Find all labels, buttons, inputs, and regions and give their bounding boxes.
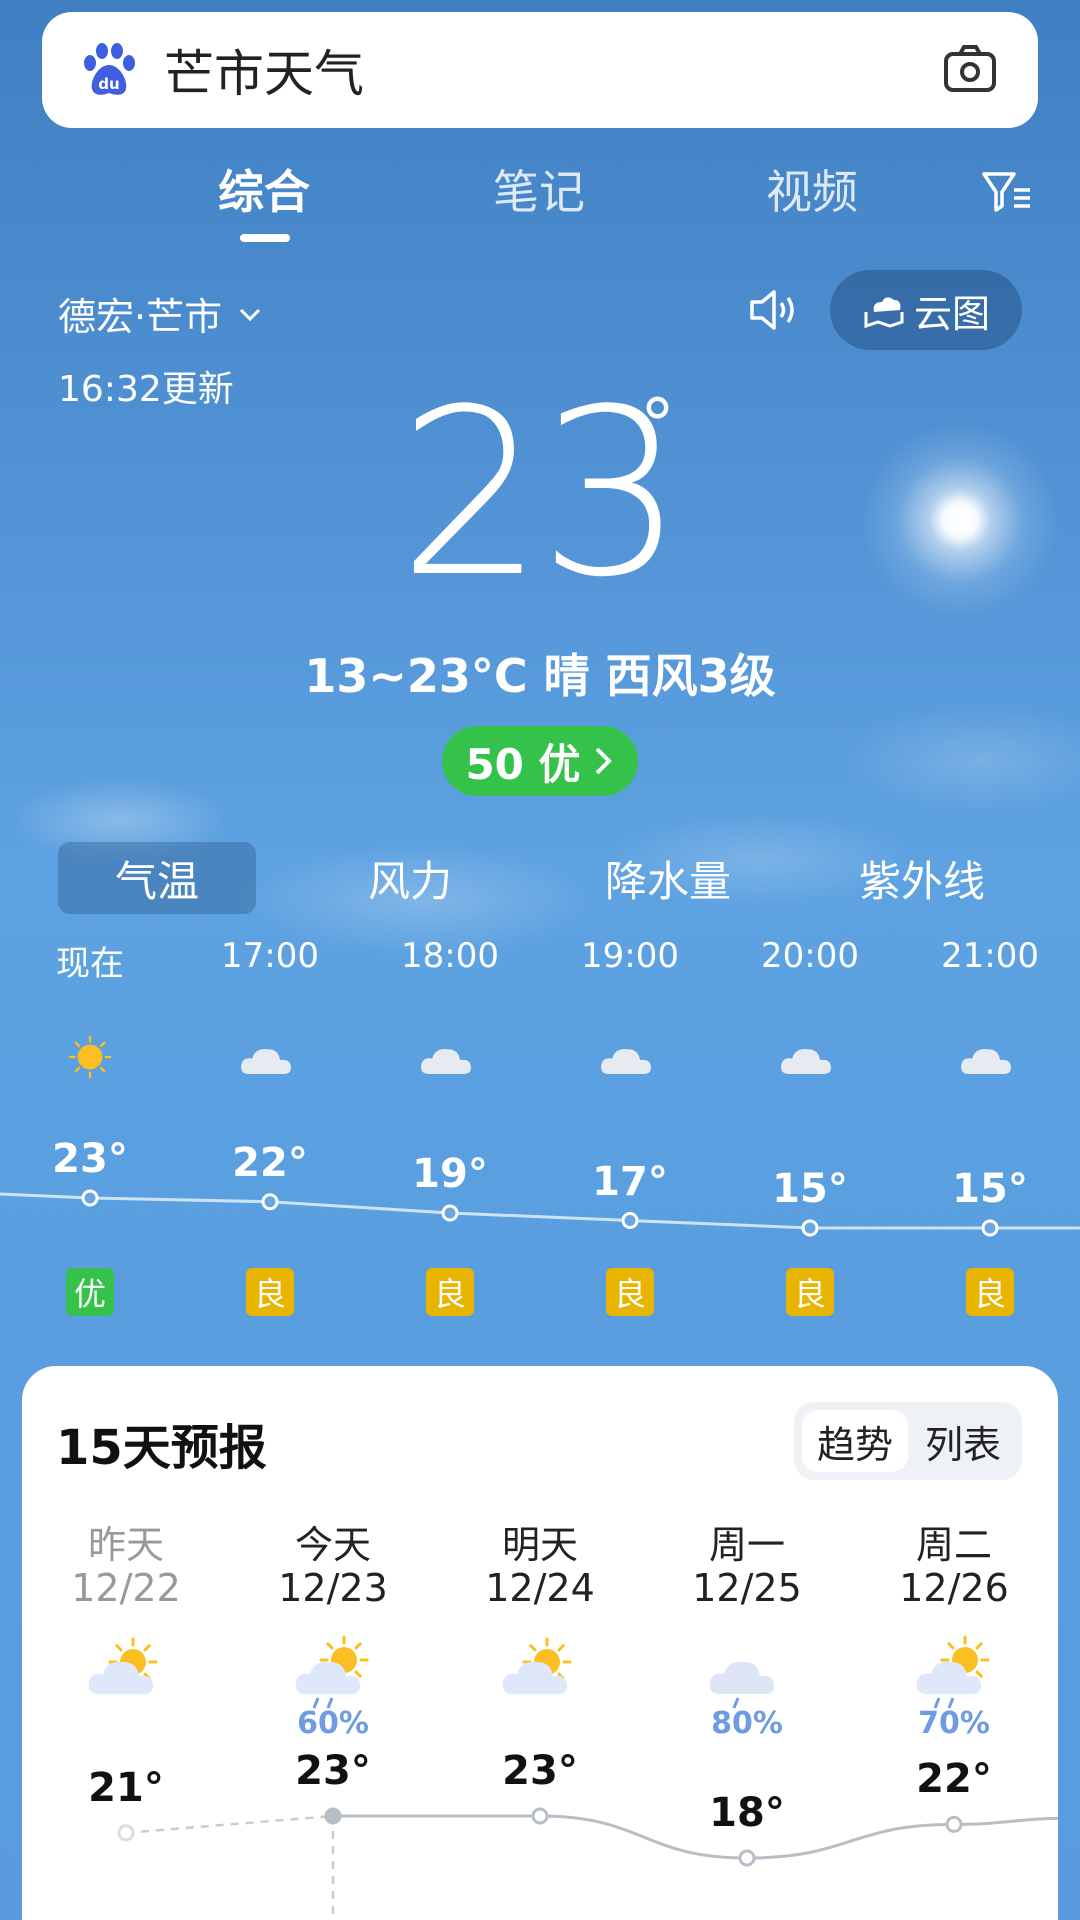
air-quality-badge: 优 <box>66 1268 114 1316</box>
sun-rain-icon <box>909 1632 999 1712</box>
cloud-icon <box>235 1026 305 1086</box>
day-date: 12/22 <box>71 1566 181 1610</box>
precip-probability: 60% <box>297 1706 369 1741</box>
day-point <box>738 1849 756 1867</box>
active-tab-indicator <box>240 234 290 242</box>
day-name: 周二 <box>915 1523 992 1567</box>
camera-icon[interactable] <box>940 40 1000 100</box>
filter-icon[interactable] <box>980 164 1034 218</box>
air-quality-badge: 良 <box>966 1268 1014 1316</box>
cloud-map-label: 云图 <box>913 291 990 336</box>
tab-notes[interactable]: 笔记 <box>493 156 585 222</box>
svg-text:du: du <box>98 75 119 93</box>
sun-glow <box>860 420 1060 620</box>
degree-symbol: ° <box>640 384 675 466</box>
forecast-title: 15天预报 <box>56 1420 267 1476</box>
speaker-icon[interactable] <box>748 286 800 334</box>
air-quality-badge: 良 <box>246 1268 294 1316</box>
tab-videos[interactable]: 视频 <box>766 156 858 222</box>
hour-point <box>621 1212 639 1229</box>
sun-icon <box>55 1026 125 1086</box>
cloud-icon <box>415 1026 485 1086</box>
cloud-icon <box>955 1026 1025 1086</box>
daily-temperature-line <box>117 1807 1058 1920</box>
precip-probability: 70% <box>918 1706 990 1741</box>
day-date: 12/25 <box>692 1566 802 1610</box>
air-quality-badge: 良 <box>786 1268 834 1316</box>
day-point <box>117 1824 135 1842</box>
hourly-temperature-line <box>0 1189 1080 1237</box>
cloud-map-icon <box>864 297 904 329</box>
hour-time: 21:00 <box>941 936 1039 976</box>
day-name: 昨天 <box>87 1523 164 1567</box>
current-temperature: 23 <box>398 361 685 628</box>
day-name: 周一 <box>708 1523 785 1567</box>
update-time: 16:32更新 <box>58 369 234 410</box>
baidu-logo-icon: du <box>80 41 138 99</box>
aqi-value: 50 优 <box>465 739 581 789</box>
hour-point <box>981 1219 999 1237</box>
partly-cloudy-icon <box>495 1632 585 1712</box>
hour-point <box>801 1219 819 1237</box>
hour-time: 20:00 <box>761 936 859 976</box>
search-input[interactable]: 芒市天气 <box>164 34 940 106</box>
hour-time: 19:00 <box>581 936 679 976</box>
weather-summary: 13~23°C 晴 西风3级 <box>304 649 776 703</box>
partly-cloudy-icon <box>81 1632 171 1712</box>
cloud-icon <box>595 1026 665 1086</box>
tab-wind[interactable]: 风力 <box>330 842 490 914</box>
day-point <box>945 1815 963 1833</box>
air-quality-badge: 良 <box>426 1268 474 1316</box>
view-toggle: 趋势 列表 <box>794 1402 1022 1480</box>
cloud-map-button[interactable]: 云图 <box>830 270 1022 350</box>
sun-rain-icon <box>288 1632 378 1712</box>
location-selector[interactable]: 德宏·芒市 <box>58 286 262 341</box>
chevron-right-icon <box>595 747 612 775</box>
hour-time: 现在 <box>56 944 124 984</box>
forecast-card: 15天预报 趋势 列表 昨天 12/22 21° 今天 12/23 60% 23° 明天 12/… <box>22 1366 1058 1920</box>
hour-time: 17:00 <box>221 936 319 976</box>
day-point <box>531 1807 549 1825</box>
day-name: 今天 <box>294 1523 371 1567</box>
cloud-rain-icon <box>702 1632 792 1712</box>
air-quality-badge: 良 <box>606 1268 654 1316</box>
day-point <box>324 1807 342 1825</box>
hour-time: 18:00 <box>401 936 499 976</box>
category-tabs: 综合 笔记 视频 <box>0 150 1080 250</box>
precip-probability: 80% <box>711 1706 783 1741</box>
tab-uv[interactable]: 紫外线 <box>842 842 1002 914</box>
day-date: 12/26 <box>899 1566 1009 1610</box>
day-name: 明天 <box>501 1523 578 1567</box>
tab-all[interactable]: 综合 <box>218 156 310 222</box>
hour-point <box>261 1193 279 1211</box>
hour-point <box>81 1189 99 1207</box>
day-date: 12/24 <box>485 1566 595 1610</box>
list-view-button[interactable]: 列表 <box>910 1410 1016 1472</box>
aqi-badge[interactable]: 50 优 <box>442 726 638 796</box>
search-bar[interactable]: du 芒市天气 <box>42 12 1038 128</box>
cloud-icon <box>775 1026 845 1086</box>
chevron-down-icon <box>240 308 261 321</box>
hour-point <box>441 1204 459 1222</box>
tab-temperature[interactable]: 气温 <box>58 842 256 914</box>
trend-view-button[interactable]: 趋势 <box>802 1410 908 1472</box>
location-name: 德宏·芒市 <box>58 295 223 339</box>
tab-precipitation[interactable]: 降水量 <box>588 842 748 914</box>
day-date: 12/23 <box>278 1566 388 1610</box>
